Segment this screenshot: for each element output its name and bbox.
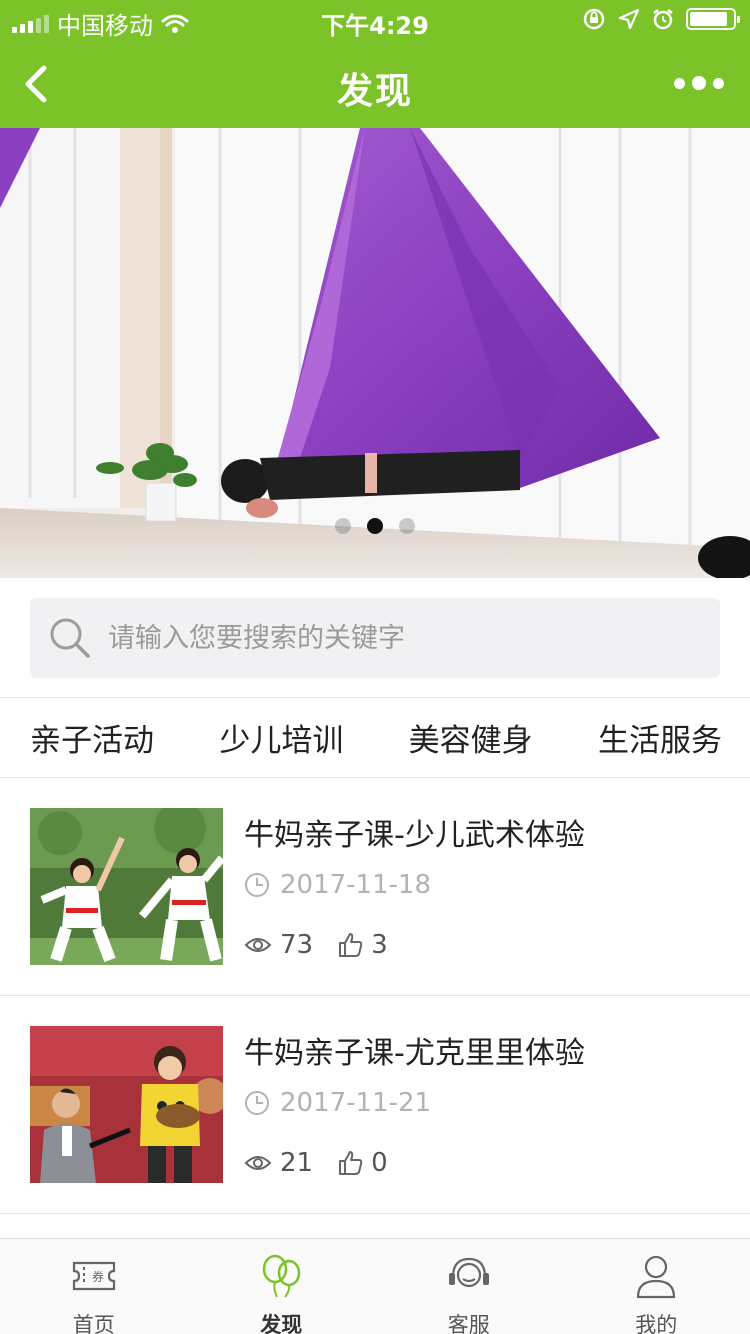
tab-label: 首页 bbox=[72, 1313, 115, 1334]
view-count-group: 73 bbox=[244, 930, 313, 960]
tab-label: 客服 bbox=[447, 1313, 490, 1334]
carousel-dot[interactable] bbox=[399, 518, 415, 534]
article-stats: 21 0 bbox=[244, 1148, 412, 1178]
alarm-icon bbox=[653, 9, 673, 30]
page-title: 发现 bbox=[336, 71, 413, 112]
category-tabs: 亲子活动 少儿培训 美容健身 生活服务 bbox=[0, 698, 750, 778]
clock-icon bbox=[245, 1091, 269, 1115]
status-right bbox=[582, 7, 740, 31]
article-date: 2017-11-21 bbox=[280, 1088, 432, 1118]
location-arrow-icon bbox=[618, 8, 640, 30]
wushu-kids-photo bbox=[30, 808, 223, 965]
headset-icon bbox=[448, 1257, 489, 1288]
view-count: 73 bbox=[280, 930, 314, 960]
tab-profile[interactable]: 我的 bbox=[563, 1239, 750, 1334]
article-stats: 73 3 bbox=[244, 930, 412, 960]
tab-label: 发现 bbox=[260, 1313, 303, 1334]
ukulele-kid-photo bbox=[30, 1026, 223, 1183]
ticket-icon: 券 bbox=[72, 1261, 115, 1291]
category-tab[interactable]: 生活服务 bbox=[598, 715, 722, 760]
search-section bbox=[0, 578, 750, 698]
category-tab[interactable]: 亲子活动 bbox=[30, 715, 154, 760]
navigation-bar: 发现 bbox=[0, 40, 750, 128]
status-bar: 中国移动 下午4:29 bbox=[0, 0, 750, 40]
carousel-dot[interactable] bbox=[335, 518, 351, 534]
battery-icon bbox=[686, 8, 740, 30]
bottom-tab-bar: 券 首页 发现 客服 我的 bbox=[0, 1238, 750, 1334]
tab-customer-service[interactable]: 客服 bbox=[375, 1239, 563, 1334]
article-title[interactable]: 牛妈亲子课-尤克里里体验 bbox=[244, 1028, 585, 1072]
tab-discover[interactable]: 发现 bbox=[188, 1239, 376, 1334]
view-count-group: 21 bbox=[244, 1148, 313, 1178]
eye-icon bbox=[244, 1156, 272, 1170]
banner-image bbox=[0, 128, 750, 578]
carousel-indicator bbox=[0, 518, 750, 534]
carousel-dot-active[interactable] bbox=[367, 518, 383, 534]
like-count: 0 bbox=[371, 1148, 388, 1178]
view-count: 21 bbox=[280, 1148, 314, 1178]
category-tab[interactable]: 美容健身 bbox=[409, 715, 533, 760]
article-title[interactable]: 牛妈亲子课-少儿武术体验 bbox=[244, 810, 585, 854]
banner-carousel[interactable] bbox=[0, 128, 750, 578]
svg-text:券: 券 bbox=[92, 1269, 104, 1284]
article-date: 2017-11-18 bbox=[280, 870, 432, 900]
tab-home[interactable]: 券 首页 bbox=[0, 1239, 188, 1334]
like-count: 3 bbox=[371, 930, 388, 960]
more-dot-icon bbox=[692, 76, 706, 90]
more-options-button[interactable] bbox=[674, 76, 724, 90]
clock-icon bbox=[245, 873, 269, 897]
balloons-icon bbox=[263, 1254, 301, 1298]
eye-icon bbox=[244, 938, 272, 952]
article-thumbnail bbox=[30, 1026, 223, 1183]
more-dot-icon bbox=[713, 77, 724, 89]
article-thumbnail bbox=[30, 808, 223, 965]
article-date-row: 2017-11-18 bbox=[244, 870, 431, 900]
article-list-item[interactable]: 牛妈亲子课-少儿武术体验 2017-11-18 73 3 bbox=[0, 778, 750, 996]
search-box[interactable] bbox=[30, 598, 720, 678]
like-count-group[interactable]: 0 bbox=[337, 1148, 388, 1178]
thumbs-up-icon bbox=[339, 1151, 363, 1175]
article-date-row: 2017-11-21 bbox=[244, 1088, 431, 1118]
rotation-lock-icon bbox=[583, 8, 605, 30]
user-icon bbox=[637, 1255, 676, 1299]
more-dot-icon bbox=[674, 77, 685, 89]
thumbs-up-icon bbox=[339, 933, 363, 957]
search-input[interactable] bbox=[108, 622, 688, 654]
category-tab[interactable]: 少儿培训 bbox=[219, 715, 343, 760]
search-icon bbox=[50, 618, 90, 658]
tab-label: 我的 bbox=[635, 1313, 678, 1334]
article-list-item[interactable]: 牛妈亲子课-尤克里里体验 2017-11-21 21 0 bbox=[0, 996, 750, 1214]
like-count-group[interactable]: 3 bbox=[337, 930, 388, 960]
top-bar: 中国移动 下午4:29 发现 bbox=[0, 0, 750, 128]
